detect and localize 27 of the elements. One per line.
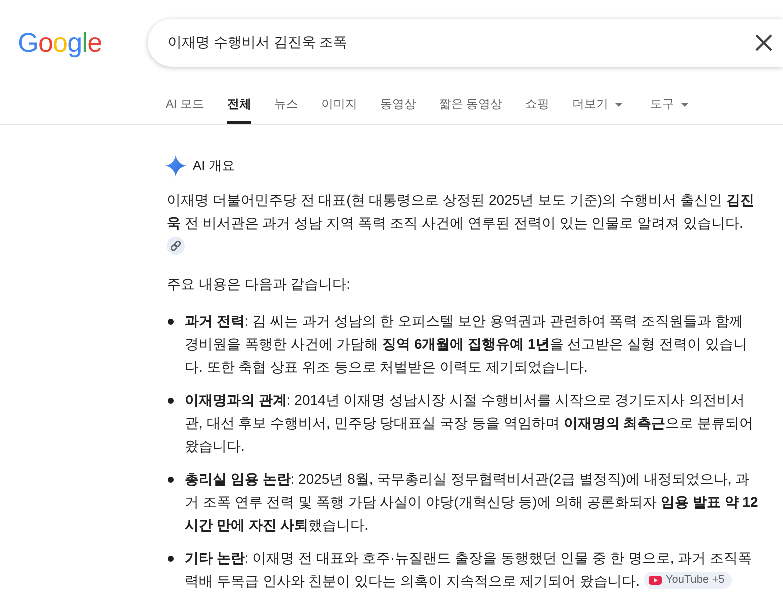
sparkle-icon bbox=[165, 155, 187, 177]
point-text: 이재명과의 관계: 2014년 이재명 성남시장 시절 수행비서를 시작으로 경기도지사 의전비서관, 대선 후보 수행비서, 민주당 당대표실 국장 등을 역임하며 이재명의 최측근으로 분류되어 왔습니다. bbox=[185, 391, 755, 456]
play-icon bbox=[648, 576, 662, 585]
bullet-icon bbox=[168, 398, 174, 404]
bullet-icon bbox=[168, 477, 174, 483]
google-logo[interactable]: Google bbox=[18, 28, 148, 58]
tab[interactable]: 이미지 bbox=[321, 88, 358, 124]
bullet-icon bbox=[168, 319, 174, 325]
point-text: 기타 논란: 이재명 전 대표와 호주·뉴질랜드 출장을 동행했던 인물 중 한 명으로, 과거 조직폭력배 두목급 인사와 친분이 있다는 의혹이 지속적으로 제기되어 왔습니다. YouTube +5 bbox=[185, 549, 754, 591]
tab[interactable]: 도구 bbox=[650, 88, 689, 124]
point-text: 과거 전력: 김 씨는 과거 성남의 한 오피스텔 보안 용역권과 관련하여 폭력 조직원들과 함께 경비원을 폭행한 사건에 가담해 징역 6개월에 집행유예 1년을 선고받은 실형 전력이 있습니다. 또한 축협 상표 위조 등으로 처벌받은 이력도 제기되었습니다. bbox=[185, 312, 748, 377]
source-chip[interactable]: YouTube +5 bbox=[644, 572, 732, 589]
summary-text: 이재명 더불어민주당 전 대표(현 대통령으로 상정된 2025년 보도 기준)의 수행비서 출신인 김진욱 전 비서관은 과거 성남 지역 폭력 조직 사건에 연루된 전력이 있는 인물로 알려져 있습니다. bbox=[167, 189, 759, 258]
overview-title: AI 개요 bbox=[193, 157, 235, 175]
tab[interactable]: 쇼핑 bbox=[526, 88, 550, 124]
close-icon[interactable] bbox=[755, 34, 773, 52]
link-icon[interactable] bbox=[167, 237, 185, 255]
intro-text: 주요 내용은 다음과 같습니다: bbox=[167, 275, 352, 294]
tab[interactable]: 동영상 bbox=[380, 88, 416, 124]
tab[interactable]: 전체 bbox=[227, 88, 252, 124]
point-text: 총리실 임용 논란: 2025년 8월, 국무총리실 정무협력비서관(2급 별정직)에 내정되었으나, 과거 조폭 연루 전력 및 폭행 가담 사실이 야당(개혁신당 등)에 의해 공론화되자 임용 발표 약 12시간 만에 자진 사퇴했습니다. bbox=[185, 470, 759, 535]
tab[interactable]: 뉴스 bbox=[274, 88, 298, 124]
tab[interactable]: 짧은 동영상 bbox=[439, 88, 503, 124]
tab[interactable]: 더보기 bbox=[572, 88, 623, 124]
search-field[interactable]: 이재명 수행비서 김진욱 조폭 bbox=[148, 18, 783, 66]
bullet-icon bbox=[168, 556, 174, 562]
tab[interactable]: AI 모드 bbox=[166, 88, 204, 124]
